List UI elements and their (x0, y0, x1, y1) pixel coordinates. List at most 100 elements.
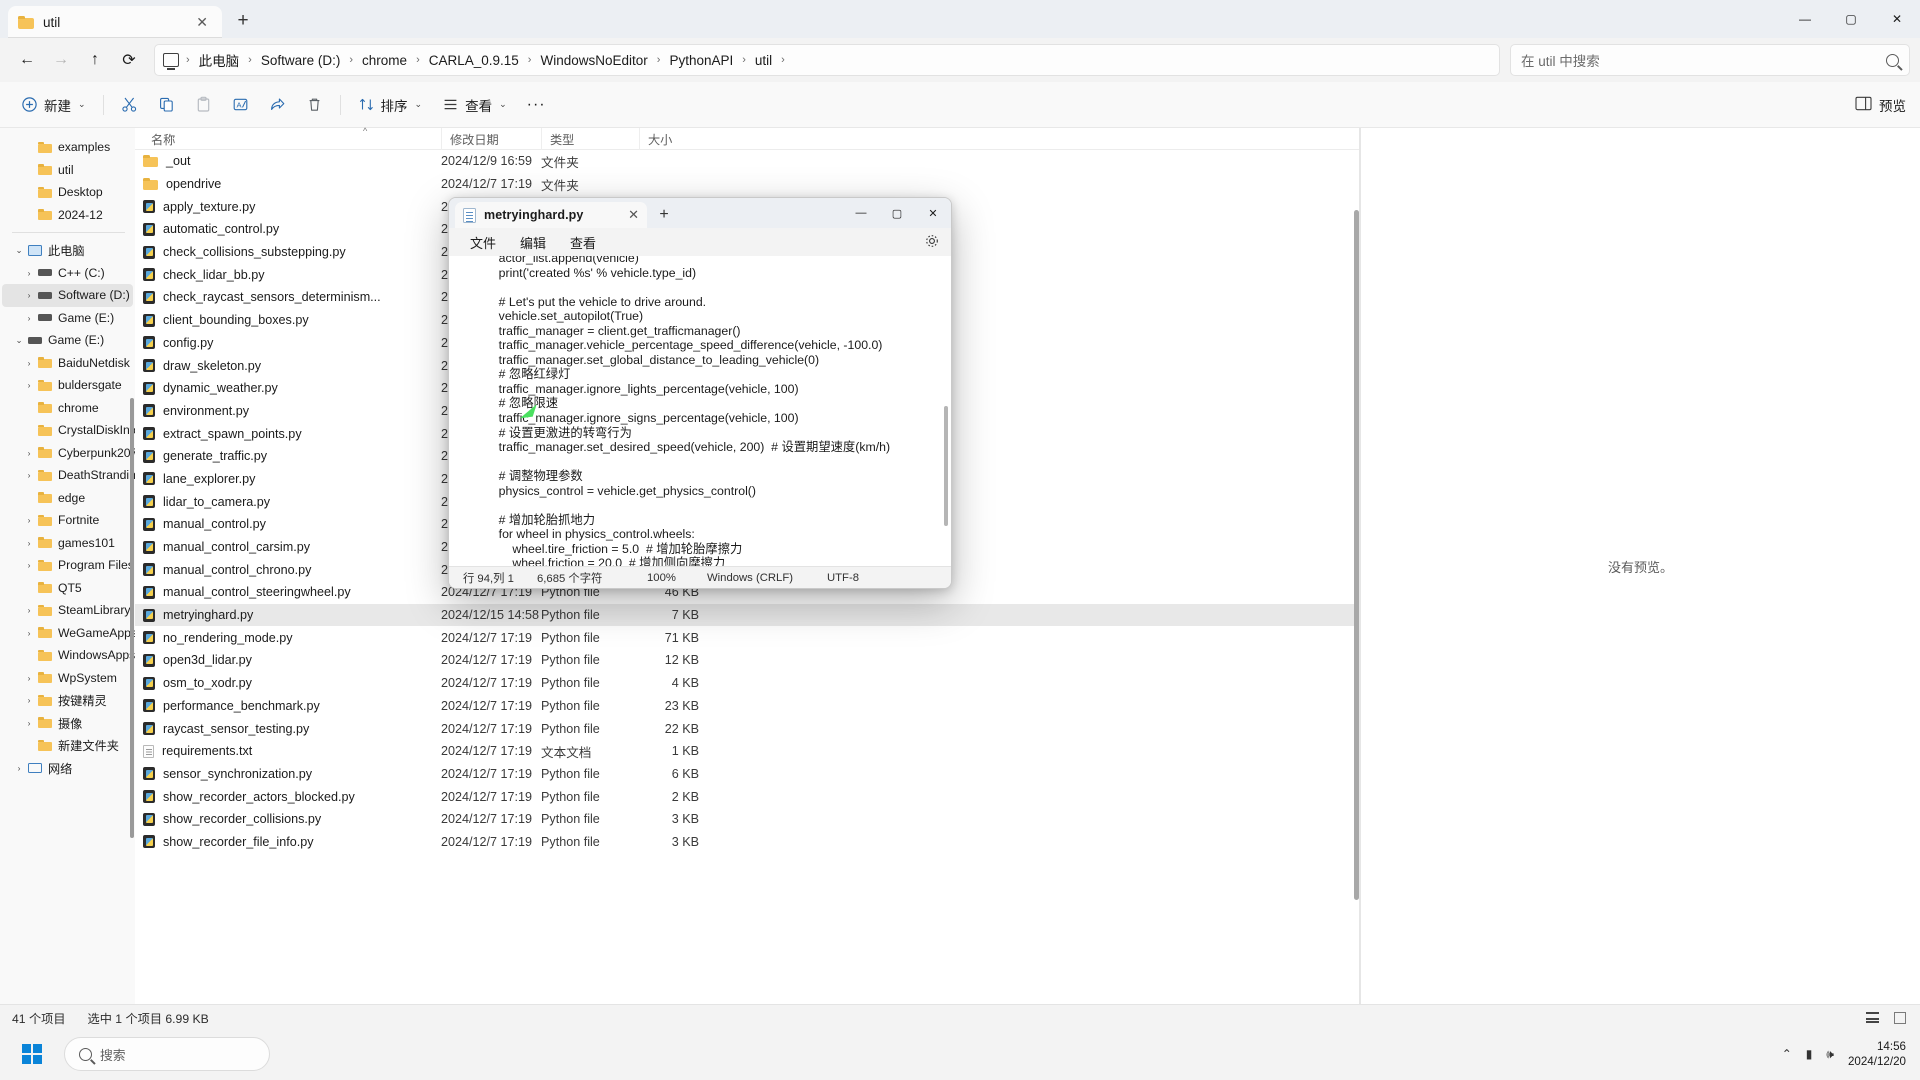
sidebar-item-c-c[interactable]: › C++ (C:) (2, 262, 133, 285)
view-button[interactable]: 查看 ⌄ (433, 89, 516, 121)
cut-button[interactable] (112, 89, 147, 121)
table-row[interactable]: show_recorder_collisions.py 2024/12/7 17:… (135, 808, 1360, 831)
address-bar[interactable]: › 此电脑 › Software (D:) › chrome › CARLA_0… (154, 44, 1500, 76)
chevron-right-icon[interactable]: › (12, 763, 26, 773)
minimize-button[interactable]: — (843, 198, 879, 228)
close-button[interactable]: ✕ (1874, 0, 1920, 38)
sidebar-item-chrome[interactable]: chrome (2, 397, 133, 420)
breadcrumb-item-6[interactable]: util (749, 50, 778, 71)
preview-toggle-button[interactable]: 预览 (1855, 95, 1906, 115)
menu-item-edit[interactable]: 编辑 (513, 231, 553, 254)
sidebar-item-crystaldiskinfo[interactable]: CrystalDiskInfo (2, 419, 135, 442)
chevron-right-icon[interactable]: › (22, 470, 36, 480)
chevron-up-icon[interactable]: ⌃ (1782, 1047, 1792, 1061)
table-row[interactable]: requirements.txt 2024/12/7 17:19 文本文档 1 KB (135, 740, 1360, 763)
paste-button[interactable] (186, 89, 221, 121)
table-row[interactable]: opendrive 2024/12/7 17:19 文件夹 (135, 173, 1360, 196)
notepad-tab[interactable]: metryinghard.py ✕ (455, 202, 647, 228)
network-icon[interactable]: ▮ (1806, 1047, 1813, 1061)
up-button[interactable]: ↑ (78, 44, 112, 76)
chevron-right-icon[interactable]: › (22, 380, 36, 390)
sidebar-item-game-e[interactable]: › Game (E:) (2, 307, 133, 330)
table-row[interactable]: no_rendering_mode.py 2024/12/7 17:19 Pytho… (135, 626, 1360, 649)
refresh-button[interactable]: ⟳ (112, 44, 146, 76)
chevron-down-icon[interactable]: ⌄ (12, 245, 26, 256)
chevron-right-icon[interactable]: › (22, 313, 36, 323)
notepad-scrollbar[interactable] (944, 406, 948, 526)
breadcrumb-item-3[interactable]: CARLA_0.9.15 (423, 50, 525, 71)
column-header-size[interactable]: 大小 (639, 127, 719, 150)
table-row[interactable]: show_recorder_actors_blocked.py 2024/12/7… (135, 785, 1360, 808)
table-row[interactable]: sensor_synchronization.py 2024/12/7 17:19… (135, 763, 1360, 786)
table-row[interactable]: _out 2024/12/9 16:59 文件夹 (135, 150, 1360, 173)
chevron-right-icon[interactable]: › (22, 628, 36, 638)
notepad-text-area[interactable]: actor_list.append(vehicle) print('create… (449, 256, 951, 566)
table-row[interactable]: open3d_lidar.py 2024/12/7 17:19 Python fil… (135, 649, 1360, 672)
sidebar-item-util[interactable]: util (2, 159, 133, 182)
sidebar-item-fortnite[interactable]: › Fortnite (2, 509, 133, 532)
sidebar-item-edge[interactable]: edge (2, 487, 133, 510)
breadcrumb-item-4[interactable]: WindowsNoEditor (534, 50, 653, 71)
chevron-right-icon[interactable]: › (22, 358, 36, 368)
chevron-right-icon[interactable]: › (22, 290, 36, 300)
sidebar-item-desktop[interactable]: Desktop (2, 181, 133, 204)
sidebar-item-[interactable]: › 摄像 (2, 712, 133, 735)
explorer-tab-util[interactable]: util ✕ (8, 6, 222, 38)
column-header-date[interactable]: 修改日期 (441, 127, 541, 150)
sidebar-item-[interactable]: 新建文件夹 (2, 734, 133, 757)
share-button[interactable] (260, 89, 295, 121)
forward-button[interactable]: → (44, 44, 78, 76)
sidebar-item-baidunetdisk[interactable]: › BaiduNetdisk (2, 352, 133, 375)
gear-icon[interactable] (925, 234, 939, 251)
chevron-right-icon[interactable]: › (22, 695, 36, 705)
sidebar-item-buldersgate[interactable]: › buldersgate (2, 374, 133, 397)
breadcrumb-item-0[interactable]: 此电脑 (193, 47, 246, 73)
taskbar-search-input[interactable]: 搜索 (64, 1037, 270, 1071)
table-row[interactable]: metryinghard.py 2024/12/15 14:58 Python fi… (135, 603, 1360, 627)
chevron-right-icon[interactable]: › (22, 515, 36, 525)
table-row[interactable]: raycast_sensor_testing.py 2024/12/7 17:19… (135, 717, 1360, 740)
back-button[interactable]: ← (10, 44, 44, 76)
start-button[interactable] (12, 1038, 52, 1070)
sidebar-item-[interactable]: › 网络 (2, 757, 133, 780)
column-header-name[interactable]: 名称 (143, 128, 441, 150)
breadcrumb-item-1[interactable]: Software (D:) (255, 50, 347, 71)
sidebar-item-[interactable]: › 按键精灵 (2, 689, 133, 712)
menu-item-file[interactable]: 文件 (463, 231, 503, 254)
chevron-right-icon[interactable]: › (22, 718, 36, 728)
navigation-scrollbar[interactable] (130, 398, 134, 838)
chevron-down-icon[interactable]: ⌄ (12, 335, 26, 346)
new-button[interactable]: 新建 ⌄ (12, 89, 95, 121)
close-icon[interactable]: ✕ (192, 13, 212, 31)
sidebar-item-cyberpunk2077[interactable]: › Cyberpunk2077 (2, 442, 135, 465)
line-ending-label[interactable]: Windows (CRLF) (697, 572, 817, 584)
sidebar-item-deathstranding[interactable]: › DeathStranding (2, 464, 135, 487)
close-button[interactable]: ✕ (915, 198, 951, 228)
sidebar-item-software-d[interactable]: › Software (D:) (2, 284, 133, 307)
breadcrumb-item-5[interactable]: PythonAPI (663, 50, 739, 71)
table-row[interactable]: osm_to_xodr.py 2024/12/7 17:19 Python file… (135, 672, 1360, 695)
grid-view-button[interactable] (1891, 1010, 1908, 1025)
sidebar-item-examples[interactable]: examples (2, 136, 133, 159)
breadcrumb-item-2[interactable]: chrome (356, 50, 413, 71)
delete-button[interactable] (297, 89, 332, 121)
column-header-type[interactable]: 类型 (541, 127, 639, 150)
maximize-button[interactable]: ▢ (879, 198, 915, 228)
sidebar-item-wegameapps[interactable]: › WeGameApps (2, 622, 135, 645)
copy-button[interactable] (149, 89, 184, 121)
chevron-right-icon[interactable]: › (22, 673, 36, 683)
minimize-button[interactable]: — (1782, 0, 1828, 38)
maximize-button[interactable]: ▢ (1828, 0, 1874, 38)
table-row[interactable]: performance_benchmark.py 2024/12/7 17:19 P… (135, 695, 1360, 718)
rename-button[interactable]: A (223, 89, 258, 121)
chevron-right-icon[interactable]: › (22, 560, 36, 570)
sort-button[interactable]: 排序 ⌄ (349, 89, 432, 121)
sidebar-item-qt5[interactable]: QT5 (2, 577, 133, 600)
chevron-right-icon[interactable]: › (22, 605, 36, 615)
sidebar-item-[interactable]: ⌄ 此电脑 (2, 239, 133, 262)
sidebar-item-games101[interactable]: › games101 (2, 532, 133, 555)
sidebar-item-game-e[interactable]: ⌄ Game (E:) (2, 329, 133, 352)
taskbar-clock[interactable]: 14:56 2024/12/20 (1848, 1039, 1906, 1069)
chevron-right-icon[interactable]: › (22, 538, 36, 548)
encoding-label[interactable]: UTF-8 (817, 572, 869, 584)
